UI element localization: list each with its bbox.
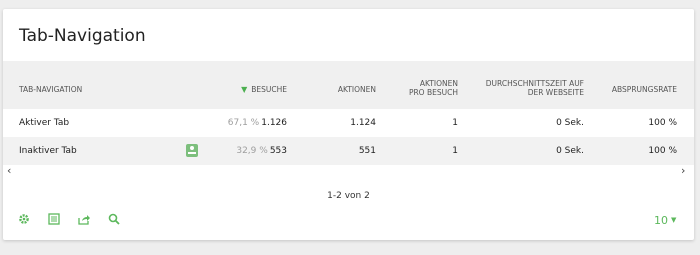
row-avg-time: 0 Sek. bbox=[556, 118, 584, 128]
column-header-visits-label: BESUCHE bbox=[251, 85, 287, 94]
export-icon[interactable] bbox=[77, 213, 91, 227]
widget-card: Tab-Navigation TAB-NAVIGATION ▼ BESUCHE A… bbox=[3, 9, 694, 240]
row-visits-cell: 32,9 % 553 bbox=[203, 146, 287, 157]
row-avg-time: 0 Sek. bbox=[556, 146, 584, 156]
sort-desc-icon: ▼ bbox=[241, 85, 248, 94]
row-actions: 1.124 bbox=[350, 118, 376, 128]
row-label: Inaktiver Tab bbox=[19, 146, 77, 156]
column-header-bounce-rate[interactable]: ABSPRUNGSRATE bbox=[593, 85, 677, 94]
search-icon[interactable] bbox=[107, 213, 121, 227]
column-header-actions[interactable]: AKTIONEN bbox=[303, 85, 376, 94]
table-icon[interactable] bbox=[47, 213, 61, 227]
row-actions-per-visit: 1 bbox=[452, 118, 458, 128]
column-header-visits[interactable]: ▼ BESUCHE bbox=[223, 85, 287, 94]
widget-title: Tab-Navigation bbox=[19, 26, 146, 46]
column-header-actions-per-visit-line1: AKTIONEN bbox=[419, 79, 458, 88]
row-visits-percent: 67,1 % bbox=[227, 118, 260, 128]
row-bounce-rate: 100 % bbox=[648, 146, 677, 156]
scroll-left-icon[interactable]: ‹ bbox=[7, 164, 11, 177]
row-label: Aktiver Tab bbox=[19, 118, 70, 128]
caret-down-icon: ▼ bbox=[671, 216, 677, 224]
table-row[interactable]: Inaktiver Tab 32,9 % 553 551 1 0 Sek. 100… bbox=[3, 137, 694, 165]
column-header-avg-time-line1: DURCHSCHNITTSZEIT AUF bbox=[485, 79, 584, 88]
row-actions-per-visit: 1 bbox=[452, 146, 458, 156]
segmented-visitor-log-icon[interactable] bbox=[186, 144, 198, 157]
row-visits-cell: 67,1 % 1.126 bbox=[203, 118, 287, 129]
table-header: TAB-NAVIGATION ▼ BESUCHE AKTIONEN AKTIONE… bbox=[3, 61, 694, 109]
table-row[interactable]: Aktiver Tab 67,1 % 1.126 1.124 1 0 Sek. 1… bbox=[3, 109, 694, 137]
gear-icon[interactable] bbox=[17, 213, 31, 227]
scroll-right-icon[interactable]: › bbox=[681, 164, 685, 177]
column-header-avg-time[interactable]: DURCHSCHNITTSZEIT AUF DER WEBSEITE bbox=[468, 79, 584, 97]
row-limit-selector[interactable]: 10 ▼ bbox=[654, 214, 676, 227]
column-header-avg-time-line2: DER WEBSEITE bbox=[527, 88, 584, 97]
row-visits: 553 bbox=[269, 146, 287, 156]
column-header-actions-per-visit-line2: PRO BESUCH bbox=[408, 88, 458, 97]
pagination-info: 1-2 von 2 bbox=[327, 191, 370, 201]
column-header-label[interactable]: TAB-NAVIGATION bbox=[19, 85, 82, 94]
row-visits-percent: 32,9 % bbox=[236, 146, 268, 156]
row-limit-value: 10 bbox=[654, 214, 668, 227]
column-header-actions-per-visit[interactable]: AKTIONEN PRO BESUCH bbox=[388, 79, 458, 97]
row-bounce-rate: 100 % bbox=[648, 118, 677, 128]
row-actions: 551 bbox=[358, 146, 376, 156]
row-visits: 1.126 bbox=[261, 118, 287, 128]
